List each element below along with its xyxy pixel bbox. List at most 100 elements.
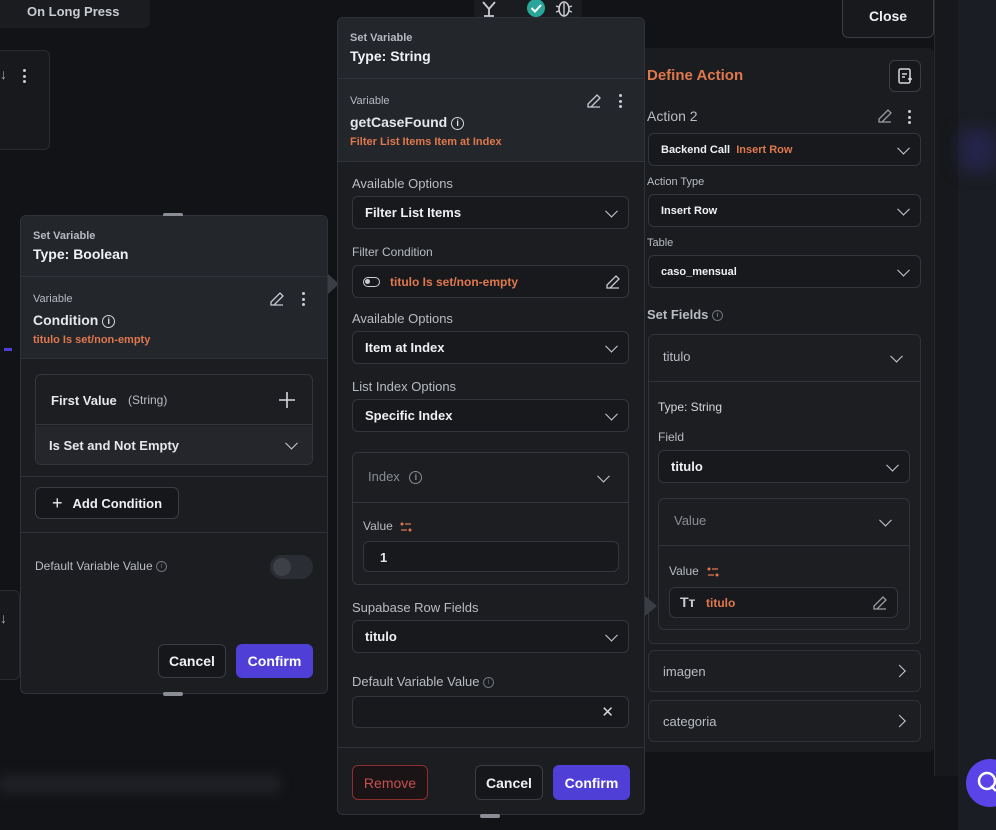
chevron-right-icon [893,714,906,728]
tools-icon[interactable] [479,0,499,18]
info-icon: i [712,310,724,322]
more-icon[interactable] [23,69,27,86]
right-edge-bg [958,0,996,830]
value-header[interactable]: Value [658,498,910,546]
table-select[interactable]: caso_mensual [648,255,921,288]
chevron-down-icon [605,204,618,218]
available-options-select[interactable]: Filter List Items [352,196,629,229]
chevron-down-icon [285,436,298,450]
value-label: Value [363,519,393,533]
chevron-down-icon [897,202,910,216]
chevron-down-icon [886,458,899,472]
field-titulo-header[interactable]: titulo [648,334,921,382]
drag-handle-bottom[interactable] [163,692,183,696]
edit-icon[interactable] [269,291,285,307]
clear-icon[interactable]: ✕ [601,703,614,721]
list-index-select[interactable]: Specific Index [352,399,629,432]
chevron-down-icon [897,141,910,155]
list-index-label: List Index Options [352,379,457,394]
default-variable-label: Default Variable Value i [35,559,167,573]
default-variable-label: Default Variable Value i [352,674,495,689]
confirm-button[interactable]: Confirm [236,644,313,678]
field-label: Field [658,430,685,444]
edit-icon[interactable] [872,595,888,611]
info-icon: i [155,561,167,573]
accent-mark [4,348,12,351]
field-imagen[interactable]: imagen [648,650,921,692]
default-toggle[interactable] [270,555,313,579]
pointer-arrow [645,596,657,616]
table-label: Table [647,237,674,249]
chevron-down-icon [605,339,618,353]
chevron-down-icon [890,349,903,363]
chevron-down-icon [605,407,618,421]
divider [338,747,644,748]
right-edge-glow [960,130,996,170]
confirm-button[interactable]: Confirm [553,765,630,800]
edit-icon[interactable] [877,108,893,124]
middle-variable-section: Variable getCaseFound i Filter List Item… [338,78,644,162]
available-options-select-2[interactable]: Item at Index [352,331,629,364]
value-input[interactable]: Tт titulo [669,587,898,618]
index-value-input[interactable]: 1 [363,541,619,572]
drag-handle-bottom[interactable] [480,814,500,818]
field-select[interactable]: titulo [658,450,910,483]
set-fields-label: Set Fields i [647,307,724,322]
info-icon: i [483,677,495,689]
chevron-right-icon [893,664,906,678]
info-icon[interactable]: i [102,314,116,328]
chevron-down-icon [879,513,892,527]
define-action-title: Define Action [647,67,744,84]
chevron-down-icon [897,263,910,277]
divider [21,532,327,533]
bottom-blur [0,775,280,793]
arrow-down-icon[interactable]: ↓ [0,66,7,82]
check-icon[interactable] [526,0,546,18]
supabase-select[interactable]: titulo [352,620,629,653]
variable-icon [707,567,719,577]
condition-select[interactable]: Is Set and Not Empty [36,426,312,464]
edit-icon[interactable] [586,93,602,109]
background-card-left-2 [0,590,20,680]
filter-condition-field[interactable]: titulo Is set/non-empty [352,265,629,298]
divider [21,476,327,477]
arrow-down-icon-2[interactable]: ↓ [0,610,7,626]
add-condition-button[interactable]: + Add Condition [35,487,179,519]
field-categoria[interactable]: categoria [648,700,921,742]
remove-button[interactable]: Remove [352,765,428,800]
supabase-label: Supabase Row Fields [352,600,479,615]
backend-call-select[interactable]: Backend Call Insert Row [648,133,921,166]
default-variable-input[interactable]: ✕ [352,696,629,728]
index-header[interactable]: Index i [353,453,628,503]
close-button[interactable]: Close [842,0,934,38]
action-name: Action 2 [647,108,698,124]
action-type-label: Action Type [647,176,705,188]
middle-header: Set Variable Type: String [338,18,644,78]
left-header: Set Variable Type: Boolean [21,216,327,276]
filter-condition-label: Filter Condition [352,245,433,259]
more-icon[interactable] [302,292,306,309]
available-options-label-2: Available Options [352,311,453,326]
first-value-row[interactable]: First Value (String) [36,375,312,425]
cancel-button[interactable]: Cancel [158,644,226,678]
info-icon[interactable]: i [409,471,423,485]
chevron-down-icon [597,469,610,483]
more-icon[interactable] [619,94,623,111]
background-card-left [0,50,50,150]
left-variable-section: Variable Condition i titulo Is set/non-e… [21,276,327,359]
info-icon[interactable]: i [451,116,465,130]
cancel-button[interactable]: Cancel [475,765,543,800]
action-type-select[interactable]: Insert Row [648,194,921,227]
edit-icon[interactable] [605,274,621,290]
variable-icon [400,522,412,532]
value-label: Value [669,564,699,578]
type-string-label: Type: String [658,400,723,414]
bug-icon[interactable] [554,0,574,18]
plus-icon[interactable] [278,391,296,409]
available-options-label: Available Options [352,176,453,191]
on-long-press-tab[interactable]: On Long Press [0,0,150,28]
text-type-icon: Tт [680,594,696,610]
chat-support-button[interactable] [966,759,996,807]
add-note-button[interactable] [889,60,921,92]
more-icon[interactable] [908,110,912,127]
